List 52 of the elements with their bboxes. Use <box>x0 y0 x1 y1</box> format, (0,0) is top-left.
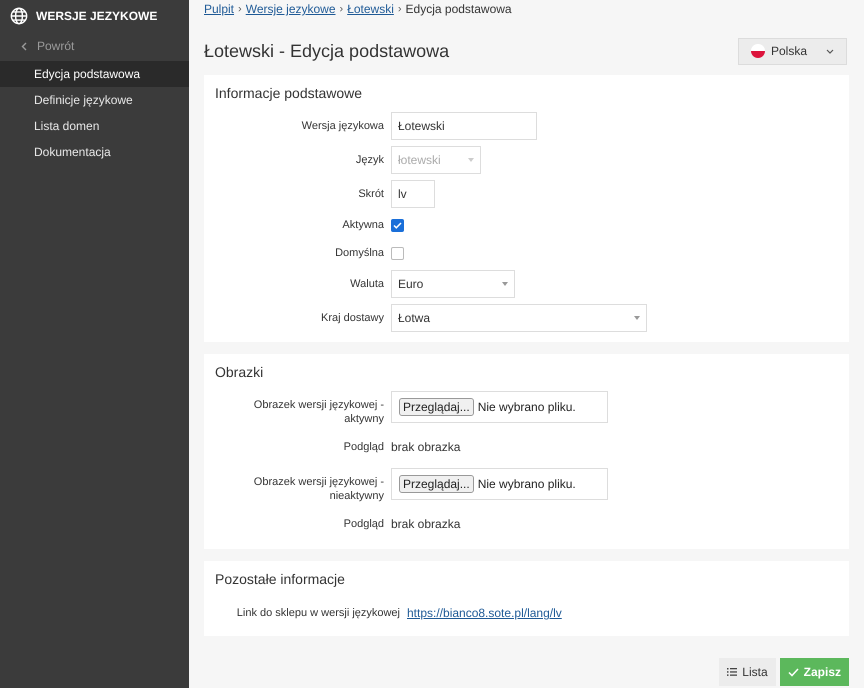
field-label: Kraj dostawy <box>320 311 385 325</box>
section-title: Pozostałe informacje <box>215 570 346 589</box>
field-label: Obrazek wersji językowej - aktywny <box>252 398 385 426</box>
breadcrumb-link[interactable]: Łotewski <box>347 0 394 18</box>
field-label: Link do sklepu w wersji językowej <box>236 606 401 620</box>
shop-link[interactable]: https://bianco8.sote.pl/lang/lv <box>407 604 562 622</box>
sidebar-item[interactable]: Dokumentacja <box>0 139 189 165</box>
preview-text: brak obrazka <box>391 439 460 456</box>
field-label: Domyślna <box>334 246 385 260</box>
field-label: Waluta <box>349 277 385 291</box>
dropdown-arrow-icon <box>468 158 474 162</box>
file-input[interactable]: Przeglądaj... Nie wybrano pliku. <box>391 468 608 500</box>
breadcrumb-link[interactable]: Pulpit <box>204 0 234 18</box>
sidebar-title: WERSJE JEZYKOWE <box>36 8 158 25</box>
section-title: Informacje podstawowe <box>215 84 364 103</box>
breadcrumb-current: Edycja podstawowa <box>406 1 512 18</box>
checkbox[interactable] <box>391 218 404 232</box>
chevron-left-icon <box>21 42 27 50</box>
section-title: Obrazki <box>215 363 264 382</box>
dropdown-arrow-icon <box>502 282 508 286</box>
sidebar-item[interactable]: Definicje językowe <box>0 87 189 113</box>
field-label: Podgląd <box>342 440 385 454</box>
breadcrumb-link[interactable]: Wersje jezykowe <box>246 0 336 18</box>
field-label: Obrazek wersji językowej - nieaktywny <box>252 475 385 503</box>
preview-text: brak obrazka <box>391 516 460 533</box>
sidebar-item[interactable]: Lista domen <box>0 113 189 139</box>
country-select[interactable]: Polska <box>738 38 847 64</box>
select-field[interactable]: Euro <box>391 270 515 298</box>
select-field[interactable]: Łotwa <box>391 304 647 332</box>
flag-icon <box>751 44 765 58</box>
check-icon <box>788 668 799 676</box>
breadcrumb-separator: › <box>398 2 402 17</box>
list-icon <box>727 668 738 676</box>
field-label: Skrót <box>357 187 385 201</box>
field-label: Aktywna <box>341 218 385 232</box>
text-input[interactable]: lv <box>391 180 435 208</box>
field-label: Język <box>354 153 385 167</box>
dropdown-arrow-icon <box>634 316 640 320</box>
text-input[interactable]: Łotewski <box>391 112 537 140</box>
field-label: Wersja językowa <box>300 119 385 133</box>
checkmark-icon <box>393 222 402 228</box>
breadcrumb-separator: › <box>340 2 344 17</box>
back-link[interactable]: Powrót <box>0 31 189 61</box>
field-label: Podgląd <box>342 517 385 531</box>
page-title: Łotewski - Edycja podstawowa <box>204 40 450 63</box>
file-input[interactable]: Przeglądaj... Nie wybrano pliku. <box>391 391 608 423</box>
chevron-down-icon <box>826 48 834 54</box>
sidebar-item[interactable]: Edycja podstawowa <box>0 61 189 87</box>
list-button[interactable]: Lista <box>719 658 776 686</box>
breadcrumb-separator: › <box>238 2 242 17</box>
checkbox[interactable] <box>391 246 404 260</box>
globe-icon <box>10 7 28 25</box>
